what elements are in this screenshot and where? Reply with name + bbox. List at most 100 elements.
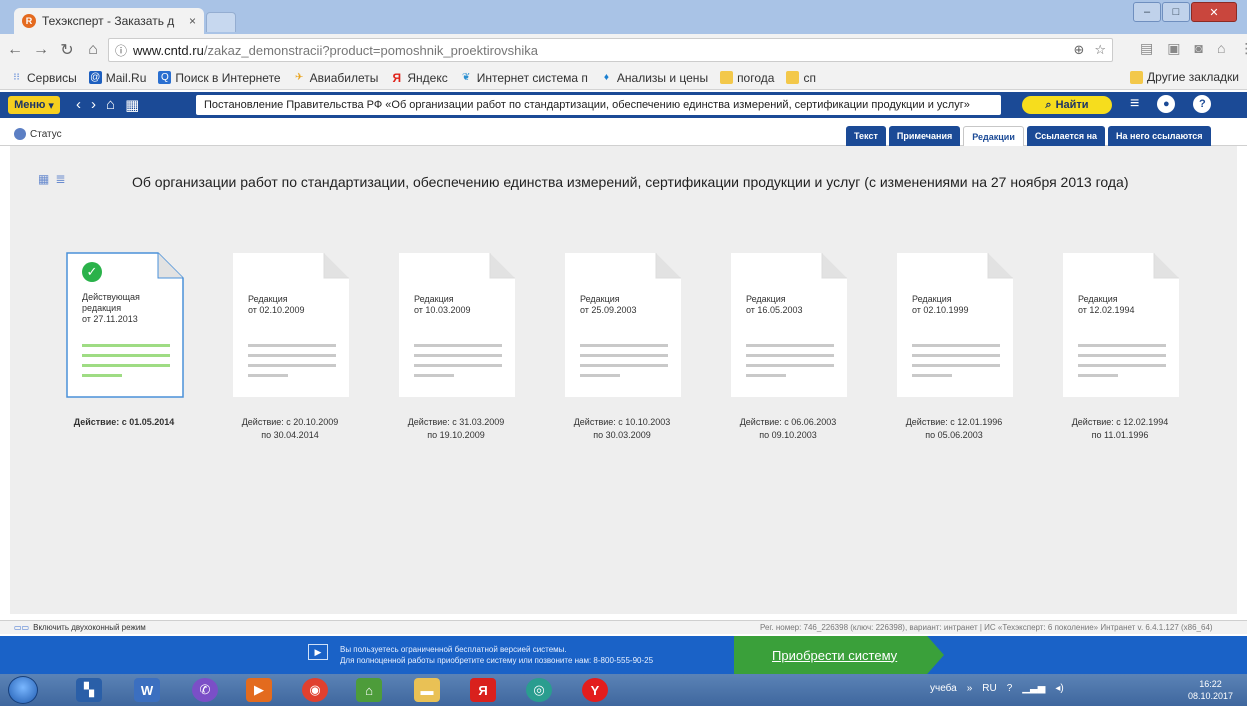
document-page-icon[interactable]: Редакция от 02.10.2009: [232, 252, 350, 398]
bookmark-star-icon[interactable]: ☆: [1094, 42, 1106, 58]
bookmark-internet-system[interactable]: ❦ Интернет система п: [460, 71, 588, 85]
home-icon[interactable]: ⌂: [82, 41, 104, 59]
volume-icon[interactable]: ◂): [1055, 683, 1063, 694]
document-page-icon[interactable]: Редакция от 10.03.2009: [398, 252, 516, 398]
bookmark-analyses[interactable]: ♦ Анализы и цены: [600, 71, 708, 85]
document-page-icon[interactable]: Редакция от 16.05.2003: [730, 252, 848, 398]
home-icon[interactable]: ⌂: [106, 96, 115, 114]
bookmark-yandex[interactable]: Я Яндекс: [390, 71, 448, 85]
help-icon[interactable]: ?: [1007, 683, 1013, 694]
extension-icon[interactable]: ◙: [1194, 40, 1202, 57]
tab-refers-to[interactable]: Ссылается на: [1026, 126, 1106, 146]
toolbar-right: ≡ ● ?: [1130, 95, 1212, 113]
bookmark-avia[interactable]: ✈ Авиабилеты: [293, 71, 378, 85]
back-chevron-icon[interactable]: ‹: [76, 96, 81, 114]
edition-card[interactable]: Редакция от 25.09.2003 Действие: с 10.10.2…: [564, 252, 732, 440]
document-title-field[interactable]: Постановление Правительства РФ «Об орган…: [196, 95, 1001, 115]
document-page-icon[interactable]: ✓ Действующая редакция от 27.11.2013: [66, 252, 184, 398]
chrome-menu-icon[interactable]: ⋮: [1239, 40, 1247, 57]
hamburger-menu-icon[interactable]: ≡: [1130, 95, 1139, 113]
buy-system-button[interactable]: Приобрести систему: [734, 636, 944, 674]
yandex-browser-icon[interactable]: Y: [582, 678, 608, 702]
browser-tab[interactable]: R Техэксперт - Заказать д ×: [14, 8, 204, 34]
edition-card[interactable]: Редакция от 02.10.2009 Действие: с 20.10.2…: [232, 252, 400, 440]
edition-label: Редакция от 12.02.1994: [1078, 294, 1135, 315]
tab-referenced-by[interactable]: На него ссылаются: [1108, 126, 1211, 146]
help-icon[interactable]: ?: [1193, 95, 1212, 113]
edition-card[interactable]: ✓ Действующая редакция от 27.11.2013 Действи…: [66, 252, 234, 427]
url-path: /zakaz_demonstracii?product=pomoshnik_pr…: [203, 42, 539, 58]
folder-icon: [786, 71, 800, 84]
explorer-folder-icon[interactable]: ▬: [414, 678, 440, 702]
bookmark-weather[interactable]: погода: [720, 71, 774, 85]
registration-info: Рег. номер: 746_226398 (ключ: 226398), в…: [760, 623, 1213, 632]
yandex-icon[interactable]: Я: [470, 678, 496, 702]
clock[interactable]: 16:22 08.10.2017: [1188, 678, 1233, 702]
menu-button[interactable]: Меню ▾: [8, 96, 60, 114]
viber-icon[interactable]: ✆: [192, 678, 218, 702]
view-toggle: ▦ ≣: [38, 172, 65, 186]
document-page-icon[interactable]: Редакция от 02.10.1999: [896, 252, 1014, 398]
chrome-icon[interactable]: ◉: [302, 678, 328, 702]
edition-validity: Действие: с 12.01.1996 по 05.06.2003: [905, 417, 1003, 440]
extension-icon[interactable]: ▣: [1167, 40, 1180, 57]
user-icon[interactable]: ●: [1157, 95, 1176, 113]
document-page-icon[interactable]: Редакция от 12.02.1994: [1062, 252, 1180, 398]
taskbar-app-icon[interactable]: ⌂: [356, 678, 382, 702]
text-lines-decoration: [248, 344, 336, 384]
window-minimize-button[interactable]: –: [1133, 2, 1161, 22]
other-bookmarks[interactable]: Другие закладки: [1130, 70, 1239, 84]
back-arrow-icon[interactable]: ←: [4, 41, 26, 59]
plane-icon: ✈: [294, 72, 304, 83]
tab-text[interactable]: Текст: [846, 126, 886, 146]
dual-mode-toggle[interactable]: ▭▭ Включить двухоконный режим: [14, 623, 146, 632]
network-icon[interactable]: ▁▃▅: [1022, 683, 1045, 694]
forward-arrow-icon[interactable]: →: [30, 41, 52, 59]
tab-close-icon[interactable]: ×: [189, 14, 196, 28]
media-player-icon[interactable]: ▶: [246, 678, 272, 702]
forward-chevron-icon[interactable]: ›: [91, 96, 96, 114]
edition-label: Редакция от 10.03.2009: [414, 294, 471, 315]
language-indicator[interactable]: RU: [982, 683, 996, 694]
new-tab-button[interactable]: [206, 12, 236, 32]
site-info-icon[interactable]: ⓘ: [115, 42, 127, 59]
bookmark-sp[interactable]: сп: [786, 71, 816, 85]
bookmark-mailru[interactable]: @ Mail.Ru: [88, 71, 146, 85]
document-subbar: Статус Текст Примечания Редакции Ссылает…: [0, 118, 1247, 146]
play-video-icon[interactable]: ▶: [308, 644, 328, 660]
url-input[interactable]: ⓘ www.cntd.ru/zakaz_demonstracii?product…: [108, 38, 1113, 62]
zoom-icon[interactable]: ⊕: [1073, 42, 1084, 58]
find-button[interactable]: ⌕ Найти: [1022, 96, 1112, 114]
tray-expand-icon[interactable]: »: [967, 683, 973, 694]
start-button[interactable]: [8, 676, 38, 704]
edition-validity: Действие: с 10.10.2003 по 30.03.2009: [573, 417, 671, 440]
extension-icon[interactable]: ⌂: [1217, 40, 1225, 57]
edition-card[interactable]: Редакция от 02.10.1999 Действие: с 12.01.1…: [896, 252, 1064, 440]
extension-icon[interactable]: ▤: [1140, 40, 1153, 57]
browser-tab-strip: R Техэксперт - Заказать д × – □ ✕: [0, 0, 1247, 34]
bookmark-services[interactable]: ⁝⁝ Сервисы: [10, 71, 76, 85]
edition-label: Редакция от 25.09.2003: [580, 294, 637, 315]
grid-icon[interactable]: ▦: [125, 96, 139, 114]
edition-validity: Действие: с 01.05.2014: [73, 417, 175, 427]
taskbar-app-icon[interactable]: ◎: [526, 678, 552, 702]
window-maximize-button[interactable]: □: [1162, 2, 1190, 22]
window-close-button[interactable]: ✕: [1191, 2, 1237, 22]
edition-validity: Действие: с 12.02.1994 по 11.01.1996: [1071, 417, 1169, 440]
word-icon[interactable]: W: [134, 678, 160, 702]
reload-icon[interactable]: ↻: [56, 40, 78, 60]
taskbar-app-icon[interactable]: ▚: [76, 678, 102, 702]
tab-notes[interactable]: Примечания: [888, 126, 961, 146]
text-lines-decoration: [82, 344, 170, 384]
tab-editions[interactable]: Редакции: [963, 126, 1024, 146]
bookmark-search[interactable]: Q Поиск в Интернете: [158, 71, 281, 85]
grid-view-icon[interactable]: ▦: [38, 172, 49, 186]
edition-card[interactable]: Редакция от 10.03.2009 Действие: с 31.03.2…: [398, 252, 566, 440]
edition-card[interactable]: Редакция от 16.05.2003 Действие: с 06.06.2…: [730, 252, 898, 440]
edition-validity: Действие: с 20.10.2009 по 30.04.2014: [241, 417, 339, 440]
edition-card[interactable]: Редакция от 12.02.1994 Действие: с 12.02.1…: [1062, 252, 1230, 440]
document-page-icon[interactable]: Редакция от 25.09.2003: [564, 252, 682, 398]
status-link[interactable]: Статус: [14, 128, 62, 140]
list-view-icon[interactable]: ≣: [55, 172, 65, 186]
search-icon: Q: [158, 71, 172, 84]
